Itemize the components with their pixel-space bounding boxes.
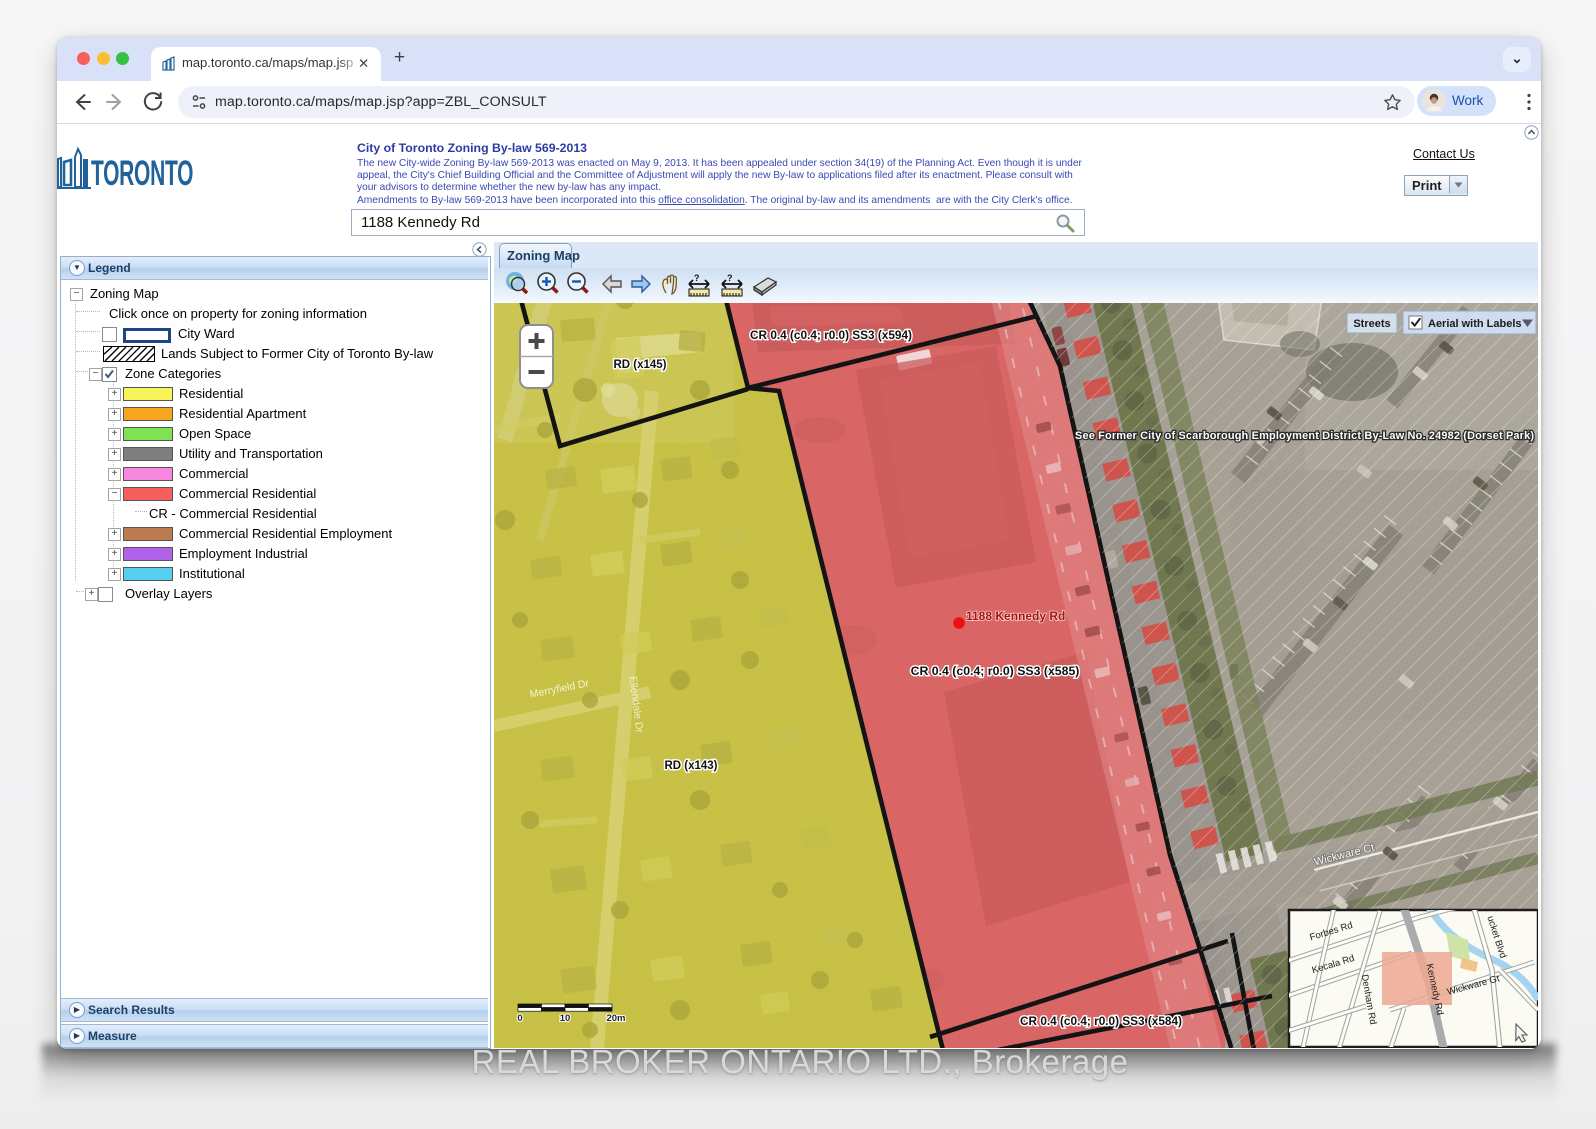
svg-text:Streets: Streets — [1353, 318, 1390, 330]
svg-text:TORONTO: TORONTO — [91, 155, 193, 194]
svg-text:1188 Kennedy Rd: 1188 Kennedy Rd — [966, 609, 1065, 623]
svg-text:CR 0.4 (c0.4; r0.0) SS3 (x584: CR 0.4 (c0.4; r0.0) SS3 (x584) — [1020, 1014, 1182, 1028]
svg-text:Aerial with Labels: Aerial with Labels — [1428, 318, 1522, 330]
svg-text:?: ? — [727, 273, 733, 283]
svg-text:0: 0 — [517, 1013, 522, 1024]
svg-text:20m: 20m — [606, 1013, 625, 1024]
svg-text:CR 0.4 (c0.4; r0.0) SS3 (x585: CR 0.4 (c0.4; r0.0) SS3 (x585) — [911, 664, 1080, 678]
svg-text:?: ? — [694, 273, 700, 283]
svg-text:10: 10 — [560, 1013, 571, 1024]
svg-text:See Former City of Scarborough: See Former City of Scarborough Employmen… — [1075, 430, 1534, 442]
svg-text:CR 0.4 (c0.4; r0.0) SS3 (x594: CR 0.4 (c0.4; r0.0) SS3 (x594) — [750, 328, 912, 342]
svg-text:RD (x145): RD (x145) — [613, 359, 666, 371]
svg-text:RD (x143): RD (x143) — [664, 760, 717, 772]
